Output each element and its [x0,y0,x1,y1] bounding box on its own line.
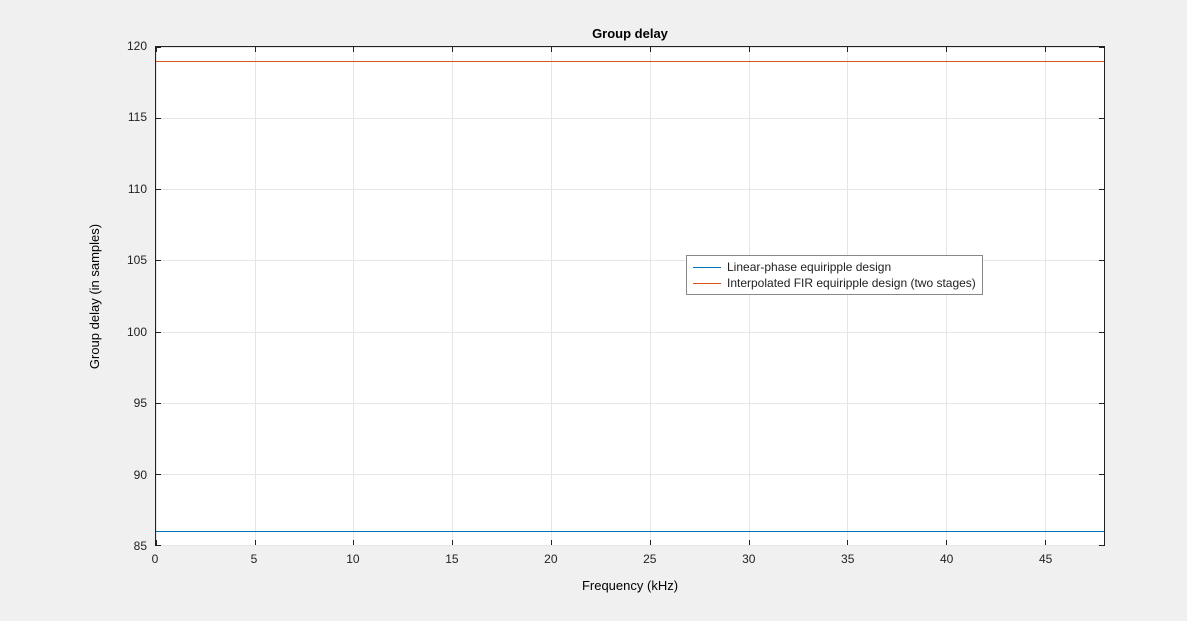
tick-mark-x [452,47,453,52]
legend-item[interactable]: Linear-phase equiripple design [693,259,976,275]
chart-title: Group delay [155,26,1105,41]
grid-v [1045,47,1046,545]
grid-h [156,403,1104,404]
legend-item[interactable]: Interpolated FIR equiripple design (two … [693,275,976,291]
ytick-label: 100 [107,325,147,339]
y-axis-label: Group delay (in samples) [85,46,105,546]
tick-mark-x [749,47,750,52]
tick-mark-y [1099,403,1104,404]
tick-mark-x [946,47,947,52]
tick-mark-x [847,540,848,545]
ytick-label: 120 [107,39,147,53]
tick-mark-y [156,332,161,333]
tick-mark-x [1045,47,1046,52]
grid-v [156,47,157,545]
tick-mark-y [1099,189,1104,190]
grid-v [551,47,552,545]
grid-h [156,332,1104,333]
tick-mark-x [847,47,848,52]
grid-h [156,474,1104,475]
tick-mark-x [353,540,354,545]
tick-mark-x [551,540,552,545]
grid-v [353,47,354,545]
grid-v [650,47,651,545]
tick-mark-y [1099,118,1104,119]
legend[interactable]: Linear-phase equiripple design Interpola… [686,255,983,295]
y-axis-label-text: Group delay (in samples) [88,223,103,368]
grid-v [255,47,256,545]
tick-mark-x [452,540,453,545]
grid-h [156,118,1104,119]
tick-mark-y [156,118,161,119]
xtick-label: 10 [346,552,359,566]
tick-mark-y [1099,332,1104,333]
ytick-label: 115 [107,110,147,124]
ytick-label: 105 [107,253,147,267]
legend-swatch-icon [693,267,721,268]
xtick-label: 35 [841,552,854,566]
xtick-label: 20 [544,552,557,566]
tick-mark-y [156,47,161,48]
tick-mark-x [353,47,354,52]
tick-mark-x [650,540,651,545]
tick-mark-y [156,545,161,546]
tick-mark-y [156,189,161,190]
xtick-label: 5 [251,552,258,566]
tick-mark-x [749,540,750,545]
plot-area: Linear-phase equiripple design Interpola… [155,46,1105,546]
tick-mark-y [1099,545,1104,546]
tick-mark-x [650,47,651,52]
grid-v [452,47,453,545]
tick-mark-x [551,47,552,52]
grid-v [847,47,848,545]
tick-mark-y [156,403,161,404]
x-axis-label: Frequency (kHz) [155,578,1105,593]
legend-label: Interpolated FIR equiripple design (two … [727,276,976,290]
grid-h [156,545,1104,546]
series-interpolated-fir [156,61,1104,62]
xtick-label: 15 [445,552,458,566]
tick-mark-y [156,474,161,475]
tick-mark-y [1099,474,1104,475]
tick-mark-x [255,47,256,52]
legend-swatch-icon [693,283,721,284]
series-linear-phase [156,531,1104,532]
grid-v [749,47,750,545]
xtick-label: 45 [1039,552,1052,566]
tick-mark-y [1099,260,1104,261]
xtick-label: 40 [940,552,953,566]
grid-h [156,189,1104,190]
xtick-label: 30 [742,552,755,566]
xtick-label: 25 [643,552,656,566]
tick-mark-x [255,540,256,545]
chart-container: Group delay [0,0,1187,621]
ytick-label: 85 [107,539,147,553]
tick-mark-x [946,540,947,545]
xtick-label: 0 [152,552,159,566]
ytick-label: 90 [107,468,147,482]
ytick-label: 110 [107,182,147,196]
legend-label: Linear-phase equiripple design [727,260,891,274]
tick-mark-y [156,260,161,261]
ytick-label: 95 [107,396,147,410]
grid-v [946,47,947,545]
grid-h [156,47,1104,48]
tick-mark-x [1045,540,1046,545]
tick-mark-y [1099,47,1104,48]
